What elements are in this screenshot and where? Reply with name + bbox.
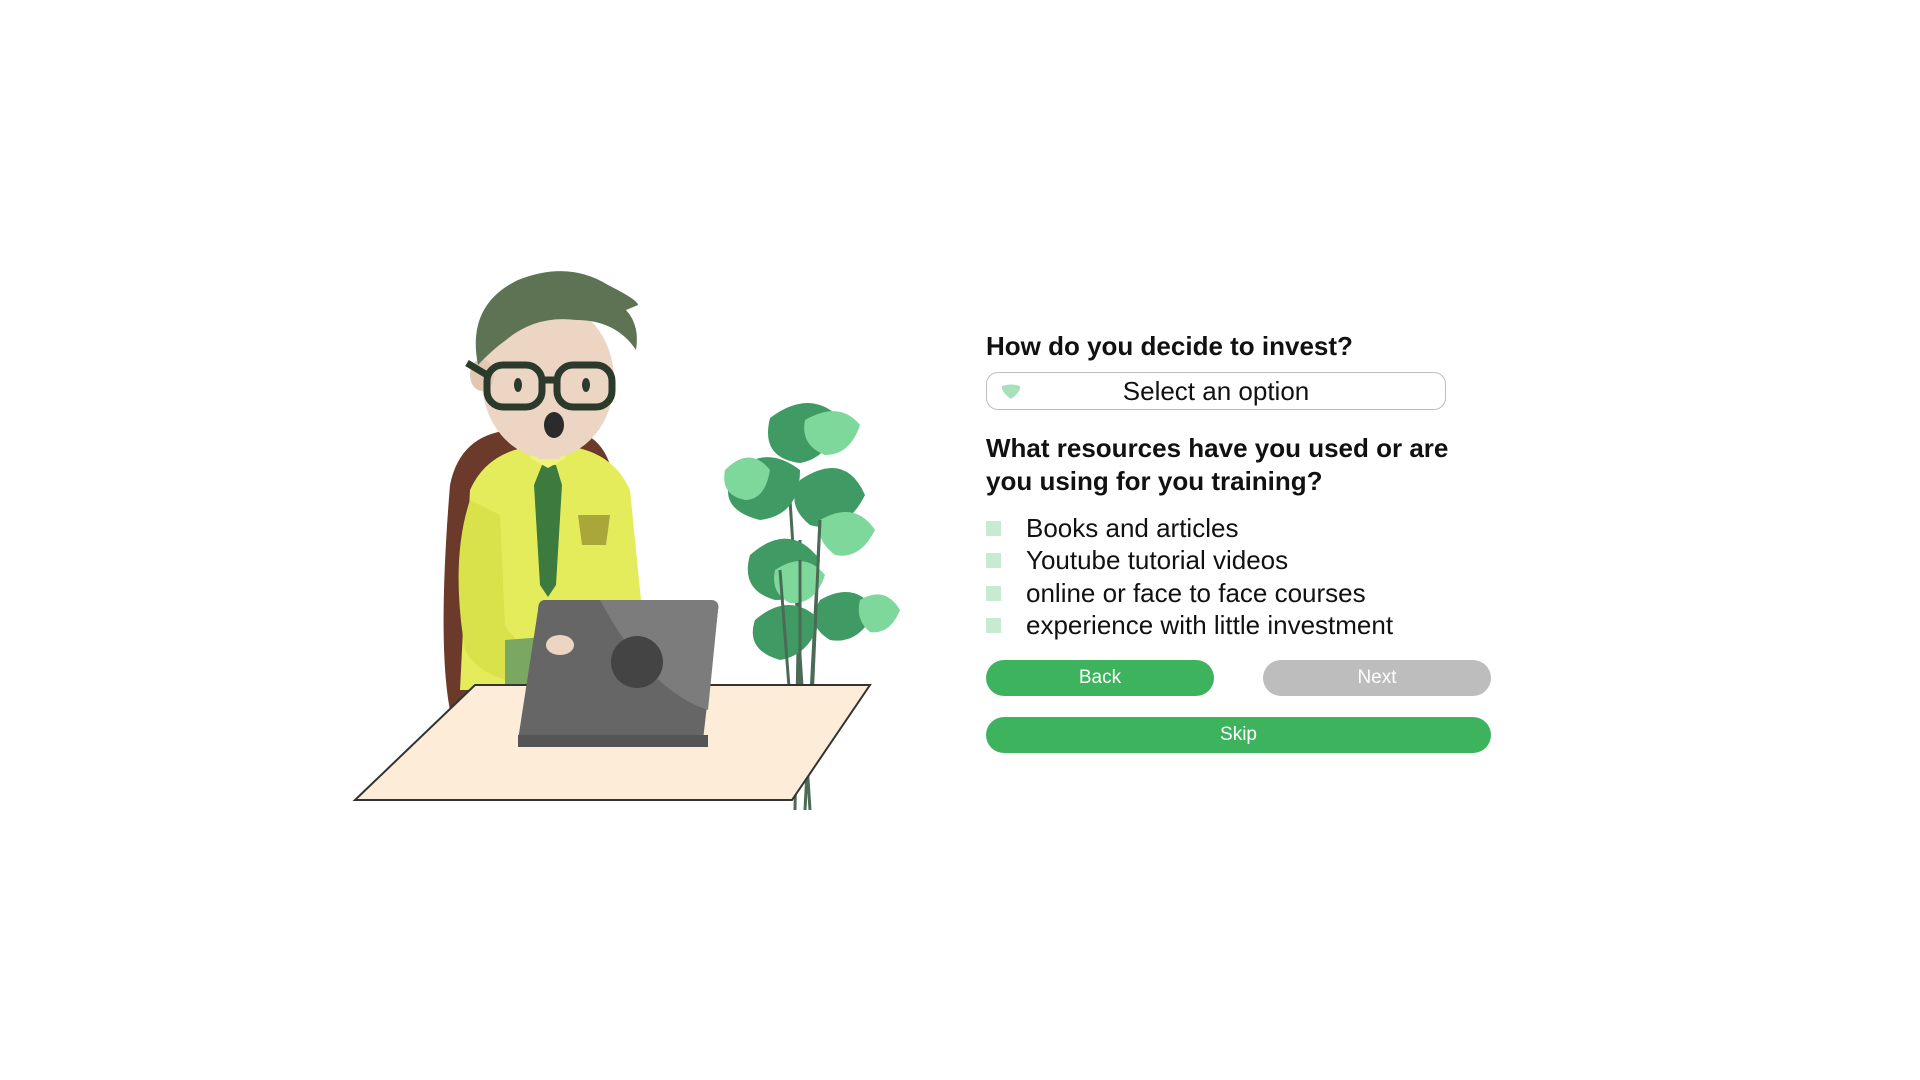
invest-method-select[interactable]: Select an option <box>986 372 1446 410</box>
select-value: Select an option <box>1122 375 1310 406</box>
back-button[interactable]: Back <box>986 660 1214 696</box>
option-label: Books and articles <box>1026 512 1239 543</box>
option-books-articles[interactable]: Books and articles <box>986 512 1496 545</box>
survey-form: How do you decide to invest? Select an o… <box>986 330 1496 753</box>
question-title-resources: What resources have you used or are you … <box>986 433 1449 496</box>
checkbox[interactable] <box>986 585 1001 601</box>
nav-button-row: Back Next <box>986 660 1491 696</box>
checkbox[interactable] <box>986 618 1001 634</box>
question-title-invest: How do you decide to invest? <box>986 331 1353 361</box>
checkbox[interactable] <box>986 553 1001 569</box>
man-at-laptop-illustration <box>350 270 910 810</box>
survey-page: How do you decide to invest? Select an o… <box>0 0 1920 1080</box>
option-youtube-videos[interactable]: Youtube tutorial videos <box>986 545 1496 578</box>
checkbox[interactable] <box>986 520 1001 536</box>
skip-button[interactable]: Skip <box>986 717 1491 753</box>
option-experience[interactable]: experience with little investment <box>986 610 1496 643</box>
resources-checkbox-list: Books and articles Youtube tutorial vide… <box>986 512 1496 642</box>
option-label: experience with little investment <box>1026 610 1394 641</box>
option-label: online or face to face courses <box>1026 577 1366 608</box>
option-label: Youtube tutorial videos <box>1026 545 1289 576</box>
chevron-down-icon <box>1001 384 1021 399</box>
next-button[interactable]: Next <box>1263 660 1491 696</box>
option-courses[interactable]: online or face to face courses <box>986 577 1496 610</box>
